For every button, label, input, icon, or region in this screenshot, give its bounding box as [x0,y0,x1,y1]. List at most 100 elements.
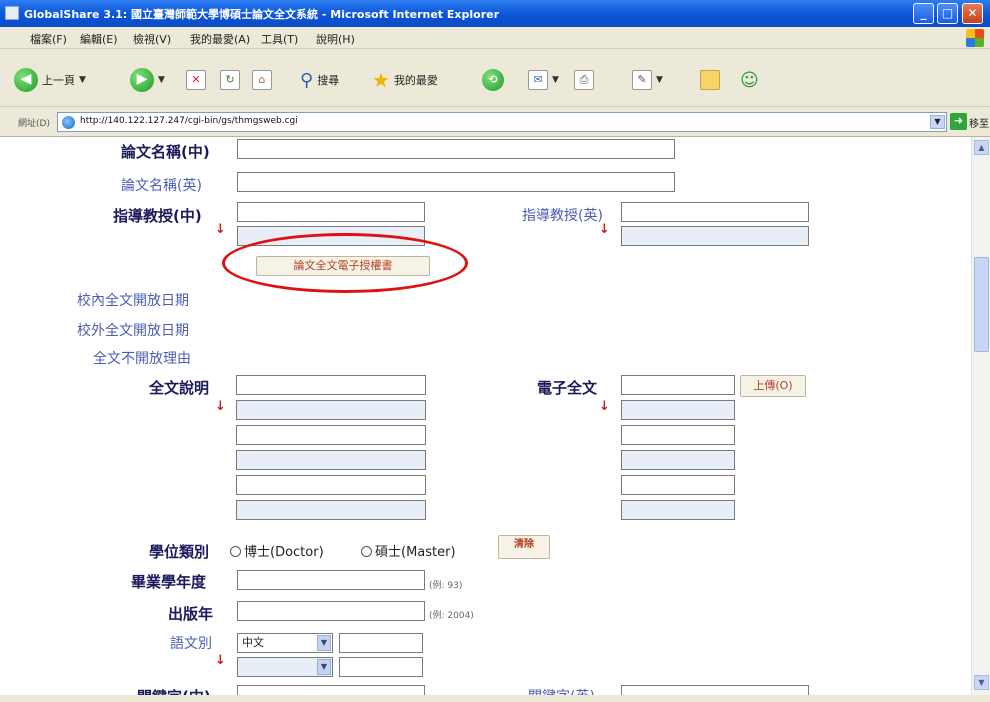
not-open-reason-label: 全文不開放理由 [93,351,191,367]
print-button[interactable]: ⎙ [574,68,594,92]
maximize-button[interactable]: □ [937,3,958,24]
down-arrow-icon[interactable]: ↓ [215,222,226,237]
window-title: GlobalShare 3.1: 國立臺灣師範大學博碩士論文全文系統 - Mic… [24,8,500,21]
campus-open-date-label: 校內全文開放日期 [77,293,189,309]
language-extra-input-1[interactable] [339,633,423,653]
electronic-fulltext-input-1[interactable] [621,375,735,395]
messenger-icon: ☺ [740,69,759,91]
menu-tools[interactable]: 工具(T) [261,31,298,47]
minimize-button[interactable]: _ [913,3,934,24]
stop-icon: ✕ [186,70,206,90]
mail-icon: ✉ [528,70,548,90]
fulltext-desc-input-1[interactable] [236,375,426,395]
master-option-label: 碩士(Master) [375,545,456,560]
advisor-en-label: 指導教授(英) [522,208,603,224]
forward-button[interactable]: ▶ ▼ [130,68,165,92]
home-button[interactable]: ⌂ [252,68,272,92]
url-input[interactable]: http://140.122.127.247/cgi-bin/gs/thmgsw… [57,112,947,132]
keyword-en-input[interactable] [621,685,809,695]
chevron-down-icon: ▼ [79,75,86,85]
refresh-button[interactable]: ↻ [220,68,240,92]
master-option[interactable]: 碩士(Master) [361,541,456,560]
edit-button[interactable]: ✎ ▼ [632,68,663,92]
advisor-en-input[interactable] [621,202,809,222]
mail-button[interactable]: ✉ ▼ [528,68,559,92]
offcampus-open-date-label: 校外全文開放日期 [77,323,189,339]
fulltext-desc-input-6[interactable] [236,500,426,520]
refresh-icon: ↻ [220,70,240,90]
grad-year-input[interactable] [237,570,425,590]
scroll-thumb[interactable] [974,257,989,352]
title-zh-label: 論文名稱(中) [121,143,210,161]
pub-year-input[interactable] [237,601,425,621]
edit-icon: ✎ [632,70,652,90]
upload-button[interactable]: 上傳(O) [740,375,806,397]
close-button[interactable]: ✕ [962,3,983,24]
favorites-button[interactable]: ★ 我的最愛 [372,68,438,92]
down-arrow-icon[interactable]: ↓ [599,222,610,237]
menu-edit[interactable]: 編輯(E) [80,31,118,47]
title-zh-input[interactable] [237,139,675,159]
menu-view[interactable]: 檢視(V) [133,31,171,47]
electronic-fulltext-input-2[interactable] [621,400,735,420]
chevron-down-icon[interactable]: ▼ [930,115,945,129]
down-arrow-icon[interactable]: ↓ [215,399,226,414]
fulltext-desc-input-5[interactable] [236,475,426,495]
title-en-input[interactable] [237,172,675,192]
master-radio[interactable] [361,546,372,557]
windows-logo-icon [966,29,984,47]
language-select[interactable]: 中文 ▼ [237,633,333,653]
advisor-zh-label: 指導教授(中) [113,207,202,225]
scroll-up-icon[interactable]: ▲ [974,140,989,155]
history-button[interactable]: ⟲ [482,68,504,92]
search-icon: ⚲ [300,69,314,91]
vertical-scrollbar[interactable]: ▲ ▼ [971,137,990,695]
chevron-down-icon: ▼ [317,659,331,675]
chevron-down-icon: ▼ [656,75,663,85]
electronic-fulltext-input-5[interactable] [621,475,735,495]
language-label: 語文別 [170,636,212,652]
back-arrow-icon: ◀ [14,68,38,92]
keyword-en-label: 關鍵字(英) [528,686,595,695]
toolbar: ◀ 上一頁 ▼ ▶ ▼ ✕ ↻ ⌂ ⚲ 搜尋 ★ 我的最愛 ⟲ ✉ ▼ ⎙ ✎ … [0,49,990,107]
window-title-bar[interactable]: GlobalShare 3.1: 國立臺灣師範大學博碩士論文全文系統 - Mic… [0,0,990,27]
history-icon: ⟲ [482,69,504,91]
stop-button[interactable]: ✕ [186,68,206,92]
grad-year-label: 畢業學年度 [131,573,207,591]
search-button[interactable]: ⚲ 搜尋 [300,68,339,92]
advisor-en-input-2[interactable] [621,226,809,246]
folder-button[interactable] [700,68,720,92]
address-label: 網址(D) [18,119,50,129]
chevron-down-icon: ▼ [317,635,331,651]
down-arrow-icon[interactable]: ↓ [599,399,610,414]
menu-file[interactable]: 檔案(F) [30,31,67,47]
down-arrow-icon[interactable]: ↓ [215,653,226,668]
highlight-oval [222,233,468,293]
keyword-zh-input[interactable] [237,685,425,695]
advisor-zh-input[interactable] [237,202,425,222]
menu-bar: 檔案(F) 編輯(E) 檢視(V) 我的最愛(A) 工具(T) 說明(H) [0,27,990,49]
window-bottom-border [0,695,990,702]
messenger-button[interactable]: ☺ [740,68,759,92]
electronic-fulltext-input-3[interactable] [621,425,735,445]
clear-button[interactable]: 清除 [498,535,550,559]
fulltext-desc-input-3[interactable] [236,425,426,445]
go-button[interactable]: ➜ [950,113,967,130]
chevron-down-icon: ▼ [158,75,165,85]
fulltext-desc-input-2[interactable] [236,400,426,420]
electronic-fulltext-input-4[interactable] [621,450,735,470]
menu-help[interactable]: 說明(H) [316,31,355,47]
doctor-option[interactable]: 博士(Doctor) [230,541,324,560]
fulltext-desc-input-4[interactable] [236,450,426,470]
electronic-fulltext-label: 電子全文 [537,379,598,397]
folder-icon [700,70,720,90]
degree-label: 學位類別 [149,543,210,561]
language-select-2[interactable]: ▼ [237,657,333,677]
back-button[interactable]: ◀ 上一頁 ▼ [14,68,86,92]
menu-favorites[interactable]: 我的最愛(A) [190,31,250,47]
electronic-fulltext-input-6[interactable] [621,500,735,520]
scroll-down-icon[interactable]: ▼ [974,675,989,690]
language-extra-input-2[interactable] [339,657,423,677]
doctor-radio[interactable] [230,546,241,557]
grad-year-hint: (例: 93) [429,581,463,591]
